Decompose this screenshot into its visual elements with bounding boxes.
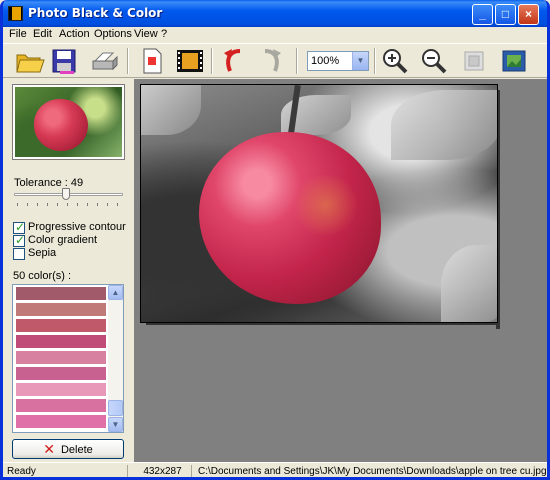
color-list-scrollbar[interactable]: ▲ ▼ (108, 285, 123, 432)
photo-image[interactable] (140, 84, 498, 323)
delete-x-icon: ✕ (43, 441, 55, 457)
new-document-button[interactable] (137, 47, 167, 75)
leaf-shape (141, 85, 201, 135)
tolerance-slider-thumb[interactable] (62, 188, 70, 200)
menu-options[interactable]: Options (94, 28, 132, 40)
save-icon (52, 49, 76, 74)
menu-help[interactable]: ? (161, 28, 167, 40)
toolbar-separator (127, 48, 129, 74)
scroll-down-icon[interactable]: ▼ (108, 417, 123, 432)
color-swatch[interactable] (16, 335, 106, 348)
checkbox-box[interactable] (13, 233, 25, 247)
actual-size-button[interactable] (499, 47, 529, 75)
image-canvas[interactable] (134, 79, 547, 462)
new-document-icon (143, 48, 162, 74)
menu-edit[interactable]: Edit (33, 28, 52, 40)
delete-button[interactable]: ✕ Delete (12, 439, 124, 459)
undo-icon (224, 49, 241, 72)
menu-action[interactable]: Action (59, 28, 90, 40)
colors-count-label: 50 color(s) : (13, 270, 72, 282)
leaf-shape (391, 90, 497, 160)
color-swatch[interactable] (16, 415, 106, 428)
checkbox-box[interactable] (13, 248, 25, 260)
zoom-in-icon (383, 49, 408, 74)
color-swatch[interactable] (16, 303, 106, 316)
maximize-icon: □ (501, 7, 510, 21)
open-button[interactable] (15, 47, 45, 75)
color-swatch[interactable] (16, 367, 106, 380)
color-swatch[interactable] (16, 351, 106, 364)
minimize-button[interactable]: _ (472, 4, 493, 25)
actual-size-icon (502, 50, 526, 72)
undo-button[interactable] (220, 47, 250, 75)
status-path: C:\Documents and Settings\JK\My Document… (198, 466, 547, 477)
toolbar-separator (296, 48, 298, 74)
color-swatch[interactable] (16, 399, 106, 412)
maximize-button[interactable]: □ (495, 4, 516, 25)
tolerance-label: Tolerance : 49 (14, 177, 84, 189)
scrollbar-thumb[interactable] (108, 400, 123, 416)
zoom-out-button[interactable] (419, 47, 449, 75)
zoom-select[interactable]: 100% ▼ (307, 51, 369, 71)
color-swatch[interactable] (16, 319, 106, 332)
checkbox-label: Sepia (28, 247, 57, 259)
print-icon (92, 52, 118, 71)
leaf-shape (441, 245, 497, 322)
thumbnail-image (15, 87, 122, 157)
status-dimensions: 432x287 (130, 465, 192, 477)
delete-label: Delete (60, 444, 93, 456)
title-bar[interactable]: Photo Black & Color _ □ × (3, 0, 547, 27)
window-title: Photo Black & Color (28, 6, 163, 20)
fit-window-button[interactable] (459, 47, 489, 75)
slider-ticks (17, 203, 120, 206)
status-state: Ready (3, 465, 128, 477)
menu-bar: File Edit Action Options View ? (3, 27, 547, 43)
filmstrip-button[interactable] (175, 47, 205, 75)
status-bar: Ready 432x287 C:\Documents and Settings\… (3, 462, 547, 477)
checkbox-label: Progressive contour (28, 221, 126, 233)
zoom-value: 100% (311, 55, 340, 67)
close-button[interactable]: × (518, 4, 539, 25)
fit-window-icon (464, 51, 484, 71)
app-filmstrip-icon (8, 6, 23, 21)
checkbox-label: Color gradient (28, 234, 98, 246)
save-button[interactable] (49, 47, 79, 75)
zoom-out-icon (422, 49, 447, 74)
color-swatch[interactable] (16, 383, 106, 396)
color-swatch[interactable] (16, 287, 106, 300)
filmstrip-icon (177, 50, 203, 72)
scroll-up-icon[interactable]: ▲ (108, 285, 123, 300)
thumbnail-apple (34, 99, 88, 151)
close-icon: × (524, 7, 532, 21)
print-button[interactable] (89, 47, 119, 75)
open-icon (16, 54, 45, 73)
redo-icon (264, 49, 281, 72)
color-list[interactable]: ▲ ▼ (12, 284, 124, 433)
left-panel: Tolerance : 49 Progressive contour Color… (3, 79, 133, 462)
toolbar-separator (374, 48, 376, 74)
apple-highlight (291, 175, 361, 235)
zoom-in-button[interactable] (380, 47, 410, 75)
chevron-down-icon[interactable]: ▼ (352, 52, 368, 70)
menu-file[interactable]: File (9, 28, 27, 40)
toolbar-separator (211, 48, 213, 74)
menu-view[interactable]: View (134, 28, 158, 40)
minimize-icon: _ (479, 7, 486, 21)
redo-button[interactable] (255, 47, 285, 75)
toolbar: 100% ▼ (3, 43, 547, 78)
app-window: Photo Black & Color _ □ × File Edit Acti… (0, 0, 550, 480)
preview-thumbnail[interactable] (12, 84, 125, 160)
